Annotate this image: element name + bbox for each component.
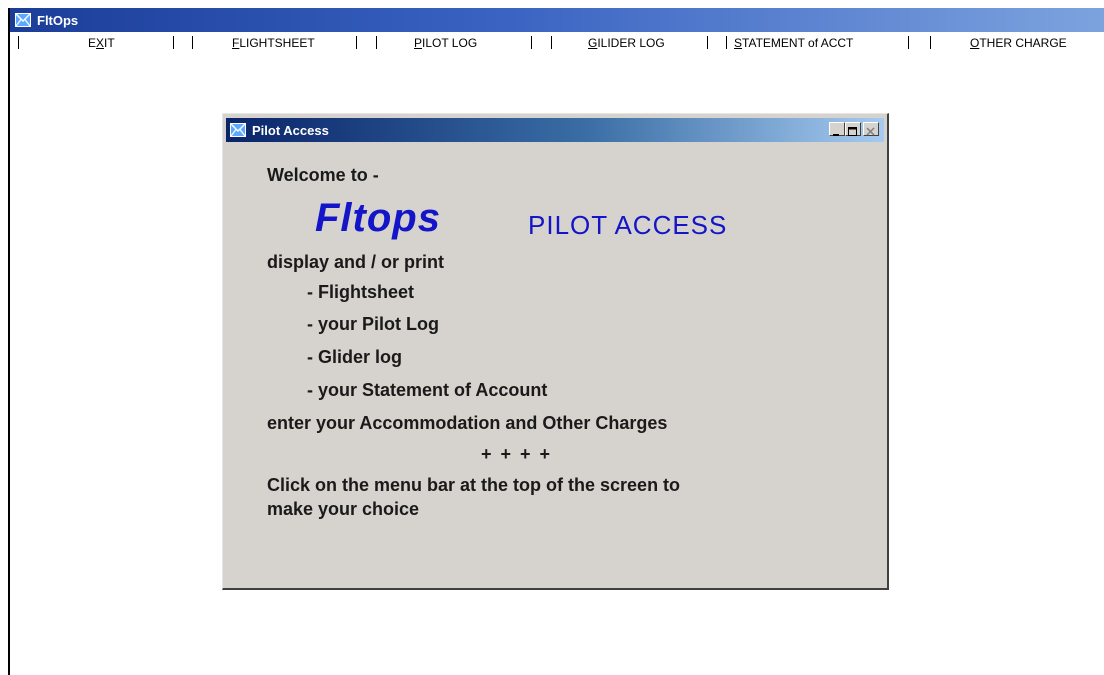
envelope-icon xyxy=(15,12,31,28)
menu-separator xyxy=(192,36,193,49)
menu-flightsheet-label-post: LIGHTSHEET xyxy=(239,36,315,50)
menu-flightsheet[interactable]: FLIGHTSHEET xyxy=(232,36,315,50)
option-glider-log: - Glider log xyxy=(307,347,403,367)
menu-separator xyxy=(531,36,532,49)
close-icon xyxy=(866,127,875,136)
menu-separator xyxy=(726,36,727,49)
menu-exit-accelerator: X xyxy=(96,36,105,50)
separator-text: + + + + xyxy=(481,444,553,464)
instruction-line-2: make your choice xyxy=(267,499,420,519)
menu-exit[interactable]: EXIT xyxy=(88,36,115,50)
minimize-button[interactable] xyxy=(829,122,845,136)
menu-other-charge-accelerator: O xyxy=(970,36,980,50)
option-statement: - your Statement of Account xyxy=(307,380,548,400)
menu-pilot-log[interactable]: PILOT LOG xyxy=(414,36,477,50)
brand-subtitle: PILOT ACCESS xyxy=(528,210,728,240)
enter-charges-text: enter your Accommodation and Other Charg… xyxy=(267,413,668,433)
menu-separator xyxy=(356,36,357,49)
welcome-text: Welcome to - xyxy=(267,165,379,185)
menu-glider-log-label-post: ILIDER LOG xyxy=(597,36,665,50)
menu-exit-label-post: IT xyxy=(104,36,115,50)
pilot-access-dialog: Pilot Access Welcome to - Fltops PILOT A… xyxy=(222,113,889,590)
menu-glider-log[interactable]: GILIDER LOG xyxy=(588,36,665,50)
option-pilot-log: - your Pilot Log xyxy=(307,314,439,334)
menu-statement-of-acct[interactable]: STATEMENT of ACCT xyxy=(734,36,853,50)
app-title: FltOps xyxy=(37,12,79,28)
envelope-icon xyxy=(230,122,246,138)
option-flightsheet: - Flightsheet xyxy=(307,282,414,302)
intro-text: display and / or print xyxy=(267,252,445,272)
menu-separator xyxy=(173,36,174,49)
menu-separator xyxy=(930,36,931,49)
menu-separator xyxy=(551,36,552,49)
dialog-titlebar[interactable]: Pilot Access xyxy=(226,118,884,142)
maximize-button[interactable] xyxy=(845,122,861,136)
menu-other-charge[interactable]: OTHER CHARGE xyxy=(970,36,1067,50)
menu-separator xyxy=(18,36,19,49)
brand-title: Fltops xyxy=(315,196,441,240)
menu-statement-label-post: TATEMENT of ACCT xyxy=(742,36,854,50)
menu-other-charge-label-post: THER CHARGE xyxy=(979,36,1067,50)
menu-separator xyxy=(376,36,377,49)
menu-statement-accelerator: S xyxy=(734,36,743,50)
dialog-title: Pilot Access xyxy=(252,122,329,138)
instruction-line-1: Click on the menu bar at the top of the … xyxy=(267,475,681,495)
menu-glider-log-accelerator: G xyxy=(588,36,598,50)
close-button[interactable] xyxy=(863,122,879,136)
menu-exit-label-pre: E xyxy=(88,36,97,50)
menu-pilot-log-accelerator: P xyxy=(414,36,423,50)
menu-separator xyxy=(707,36,708,49)
menu-bar: EXIT FLIGHTSHEET PILOT LOG GILIDER LOG S… xyxy=(10,32,1104,54)
menu-pilot-log-label-post: ILOT LOG xyxy=(422,36,478,50)
app-titlebar: FltOps xyxy=(10,8,1104,32)
app-window: FltOps EXIT FLIGHTSHEET PILOT LOG GILIDE… xyxy=(8,8,1104,675)
maximize-icon xyxy=(848,127,857,136)
minimize-icon xyxy=(833,134,839,136)
menu-separator xyxy=(908,36,909,49)
